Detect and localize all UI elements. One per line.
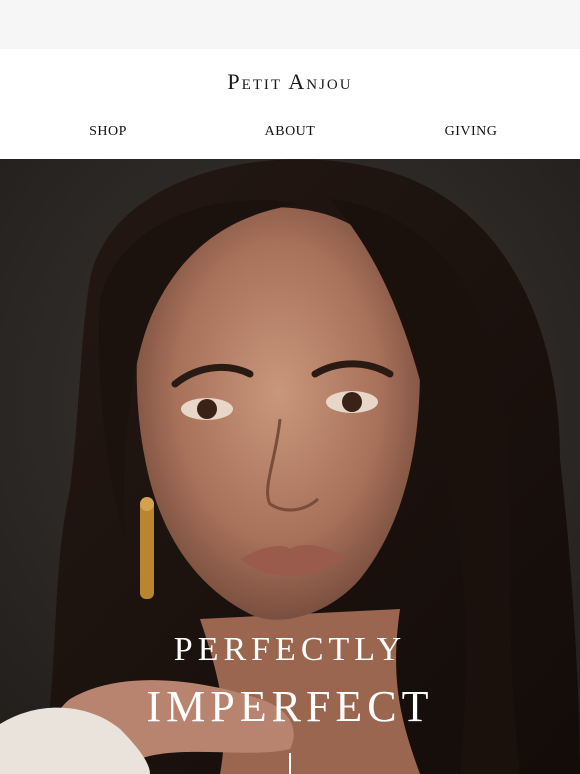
- nav-item-shop[interactable]: SHOP: [48, 124, 168, 140]
- hero-headline-line1: PERFECTLY: [173, 631, 407, 668]
- site-header: Petit Anjou SHOP ABOUT GIVING: [0, 49, 580, 159]
- nav-item-giving[interactable]: GIVING: [411, 124, 531, 140]
- hero-banner[interactable]: PERFECTLY IMPERFECT: [0, 159, 580, 774]
- nav-item-about[interactable]: ABOUT: [230, 124, 350, 140]
- hero-divider: [289, 753, 291, 774]
- main-nav: SHOP ABOUT GIVING: [0, 124, 580, 144]
- top-spacer: [0, 0, 580, 49]
- brand-logo[interactable]: Petit Anjou: [0, 69, 580, 95]
- hero-headline-line2: IMPERFECT: [146, 682, 434, 731]
